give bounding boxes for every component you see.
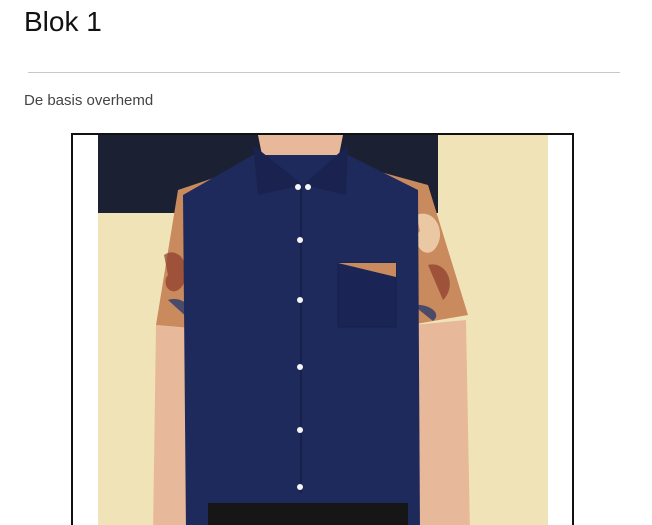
block-description: De basis overhemd: [24, 92, 154, 109]
product-image-frame: [71, 133, 574, 525]
block-title: Blok 1: [24, 6, 102, 37]
page: Blok 1 De basis overhemd: [0, 0, 652, 525]
divider: [28, 72, 620, 73]
product-photo: [98, 135, 548, 525]
